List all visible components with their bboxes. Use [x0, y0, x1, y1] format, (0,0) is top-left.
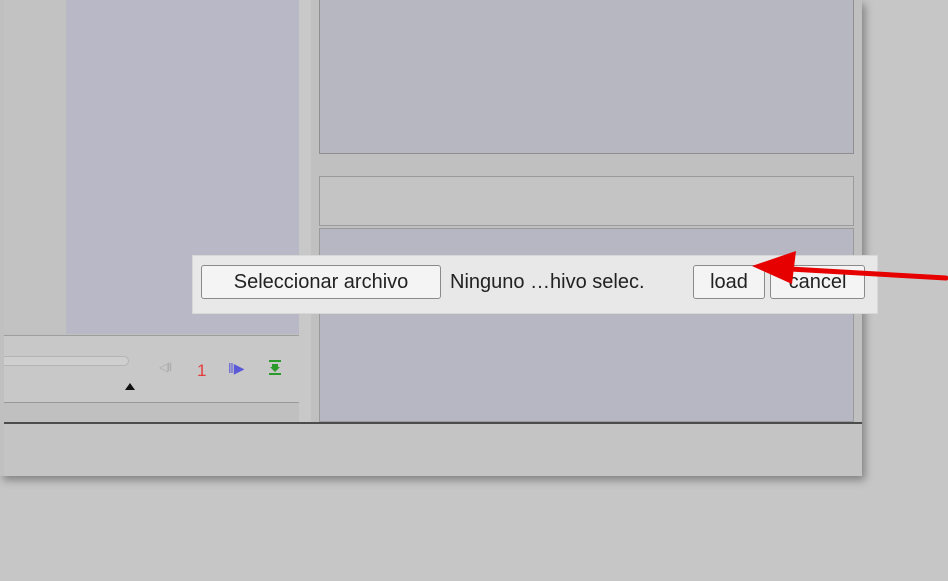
- status-bar: [4, 424, 862, 476]
- red-arrow-icon: [752, 251, 948, 284]
- step-back-icon[interactable]: ◁‖: [159, 360, 172, 374]
- current-page-number: 1: [197, 361, 207, 380]
- pager-bar: ◁‖ 1 ‖▶: [4, 335, 300, 403]
- splitter[interactable]: [299, 0, 311, 422]
- right-top-panel: [319, 0, 854, 154]
- scroll-handle-icon[interactable]: [125, 383, 135, 390]
- right-header-bar: [319, 176, 854, 226]
- file-status-text: Ninguno …hivo selec.: [450, 271, 645, 293]
- app-window: ◁‖ 1 ‖▶: [0, 0, 862, 476]
- choose-file-button[interactable]: Seleccionar archivo: [201, 265, 441, 299]
- left-gray-strip: [4, 0, 66, 334]
- horizontal-scrollbar[interactable]: [4, 356, 129, 366]
- export-icon[interactable]: [268, 359, 282, 375]
- step-forward-icon[interactable]: ‖▶: [228, 360, 245, 377]
